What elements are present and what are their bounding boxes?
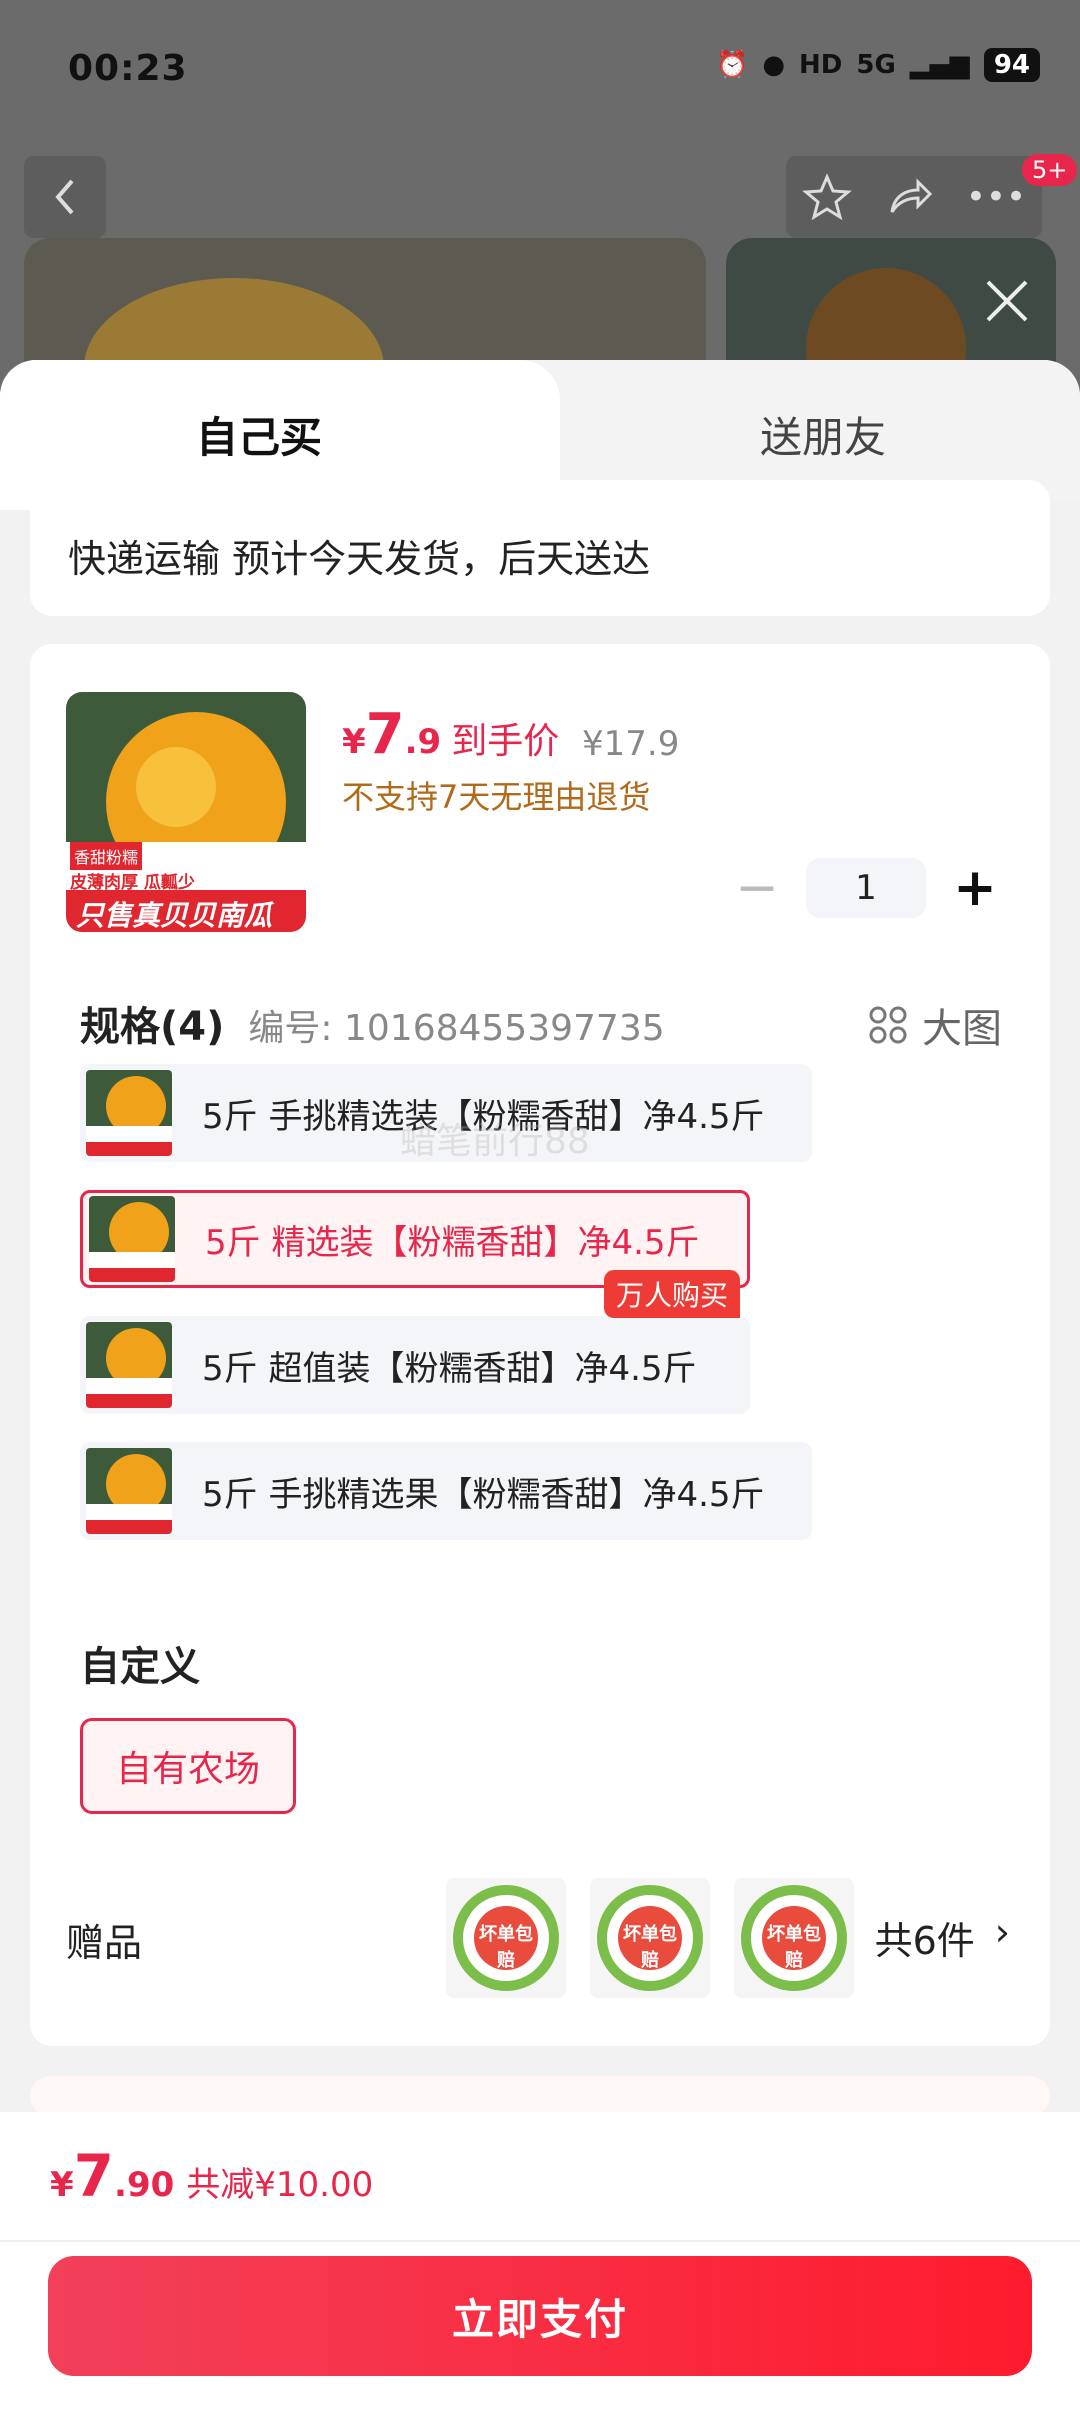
- gift-count-link[interactable]: 共6件 ›: [875, 1910, 1010, 1965]
- tab-gift[interactable]: 送朋友: [760, 404, 886, 465]
- thumb-subtitle: 皮薄肉厚 瓜瓤少: [70, 873, 195, 893]
- quantity-value[interactable]: 1: [806, 858, 926, 918]
- spec-header: 规格(4) 编号: 10168455397735: [80, 994, 665, 1052]
- decrease-button[interactable]: −: [722, 858, 792, 918]
- gift-item[interactable]: 坏单包赔: [446, 1878, 566, 1998]
- thumb-tag: 香甜粉糯: [70, 842, 143, 870]
- chevron-right-icon: ›: [994, 1910, 1010, 1954]
- next-card-peek: [30, 2076, 1050, 2116]
- gift-title: 赠品: [66, 1921, 143, 1965]
- delivery-text: 快递运输 预计今天发货，后天送达: [68, 537, 651, 581]
- pumpkin-image-icon: [86, 1448, 172, 1534]
- spec-code: 编号: 10168455397735: [248, 1008, 665, 1049]
- increase-button[interactable]: +: [940, 858, 1010, 918]
- hd-icon: HD: [799, 50, 843, 80]
- gift-item[interactable]: 坏单包赔: [734, 1878, 854, 1998]
- alarm-icon: ⏰: [715, 50, 749, 80]
- hot-sale-tag: 万人购买: [604, 1270, 741, 1318]
- thumb-banner: 只售真贝贝南瓜: [76, 899, 273, 932]
- total-reduction: 共减¥10.00: [186, 2165, 374, 2205]
- pumpkin-image-icon: [89, 1196, 175, 1282]
- option-label: 5斤 精选装【粉糯香甜】净4.5斤: [205, 1222, 700, 1263]
- pumpkin-image-icon: [86, 1322, 172, 1408]
- pumpkin-image-icon: [86, 1070, 172, 1156]
- tab-self-label: 自己买: [196, 413, 323, 462]
- share-icon[interactable]: [884, 172, 934, 222]
- more-icon[interactable]: •••: [966, 177, 1026, 217]
- gift-badge-text: 坏单包赔: [767, 1924, 821, 1971]
- location-icon: ●: [762, 50, 786, 80]
- battery-icon: 94: [983, 48, 1040, 82]
- total-integer: 7: [73, 2142, 115, 2210]
- gift-count: 共6件: [874, 1919, 975, 1963]
- star-icon[interactable]: [802, 172, 852, 222]
- action-group: •••: [786, 156, 1042, 238]
- price-label: 到手价: [451, 721, 560, 762]
- status-bar: 00:23 ⏰ ● HD 5G ▂▄▆ 94: [0, 0, 1080, 140]
- total-symbol: ¥: [50, 2165, 74, 2205]
- chevron-left-icon: [55, 179, 74, 215]
- price-decimal: .9: [404, 722, 442, 762]
- signal-bars-icon: ▂▄▆: [909, 50, 970, 80]
- price-integer: 7: [365, 702, 405, 767]
- total-price: ¥7.90 共减¥10.00: [50, 2142, 373, 2210]
- clock: 00:23: [68, 48, 188, 89]
- gift-item[interactable]: 坏单包赔: [590, 1878, 710, 1998]
- gift-badge-text: 坏单包赔: [479, 1924, 533, 1971]
- message-badge: 5+: [1022, 154, 1078, 186]
- quantity-stepper: − 1 +: [722, 858, 1010, 918]
- purchase-sheet: 自己买 送朋友 快递运输 预计今天发货，后天送达 香甜粉糯 皮薄肉厚 瓜瓤少 只…: [0, 360, 1080, 2412]
- option-thumb: [86, 1448, 172, 1534]
- status-icons: ⏰ ● HD 5G ▂▄▆ 94: [716, 48, 1040, 82]
- option-thumb: [89, 1196, 175, 1282]
- option-thumb: [86, 1070, 172, 1156]
- gift-badge-text: 坏单包赔: [623, 1924, 677, 1971]
- watermark: 蜡笔前行88: [400, 1121, 590, 1162]
- signal-icon: 5G: [856, 50, 896, 80]
- custom-option[interactable]: 自有农场: [80, 1718, 296, 1814]
- price-symbol: ¥: [342, 722, 366, 762]
- spec-option[interactable]: 5斤 超值装【粉糯香甜】净4.5斤: [80, 1316, 750, 1414]
- total-decimal: .90: [114, 2165, 175, 2205]
- product-thumbnail[interactable]: 香甜粉糯 皮薄肉厚 瓜瓤少 只售真贝贝南瓜: [66, 692, 306, 932]
- divider: [0, 2240, 1080, 2242]
- big-image-label: 大图: [922, 1006, 1002, 1052]
- option-label: 5斤 手挑精选果【粉糯香甜】净4.5斤: [202, 1474, 765, 1515]
- big-image-toggle[interactable]: 大图: [868, 996, 1002, 1054]
- spec-title: 规格(4): [80, 1004, 225, 1050]
- back-button[interactable]: [24, 156, 106, 238]
- custom-title: 自定义: [80, 1644, 200, 1690]
- pay-now-button[interactable]: 立即支付: [48, 2256, 1032, 2376]
- option-thumb: [86, 1322, 172, 1408]
- delivery-card: 快递运输 预计今天发货，后天送达: [30, 480, 1050, 616]
- return-policy: 不支持7天无理由退货: [342, 778, 651, 816]
- option-label: 5斤 超值装【粉糯香甜】净4.5斤: [202, 1348, 697, 1389]
- spec-card: 香甜粉糯 皮薄肉厚 瓜瓤少 只售真贝贝南瓜 ¥7.9 到手价 ¥17.9 不支持7…: [30, 644, 1050, 2046]
- current-price: ¥7.9 到手价: [342, 702, 559, 767]
- checkout-bar: ¥7.90 共减¥10.00 立即支付: [0, 2112, 1080, 2412]
- original-price: ¥17.9: [582, 724, 680, 764]
- close-icon[interactable]: [982, 276, 1032, 326]
- spec-option[interactable]: 5斤 手挑精选果【粉糯香甜】净4.5斤: [80, 1442, 812, 1540]
- grid-icon: [869, 1006, 907, 1044]
